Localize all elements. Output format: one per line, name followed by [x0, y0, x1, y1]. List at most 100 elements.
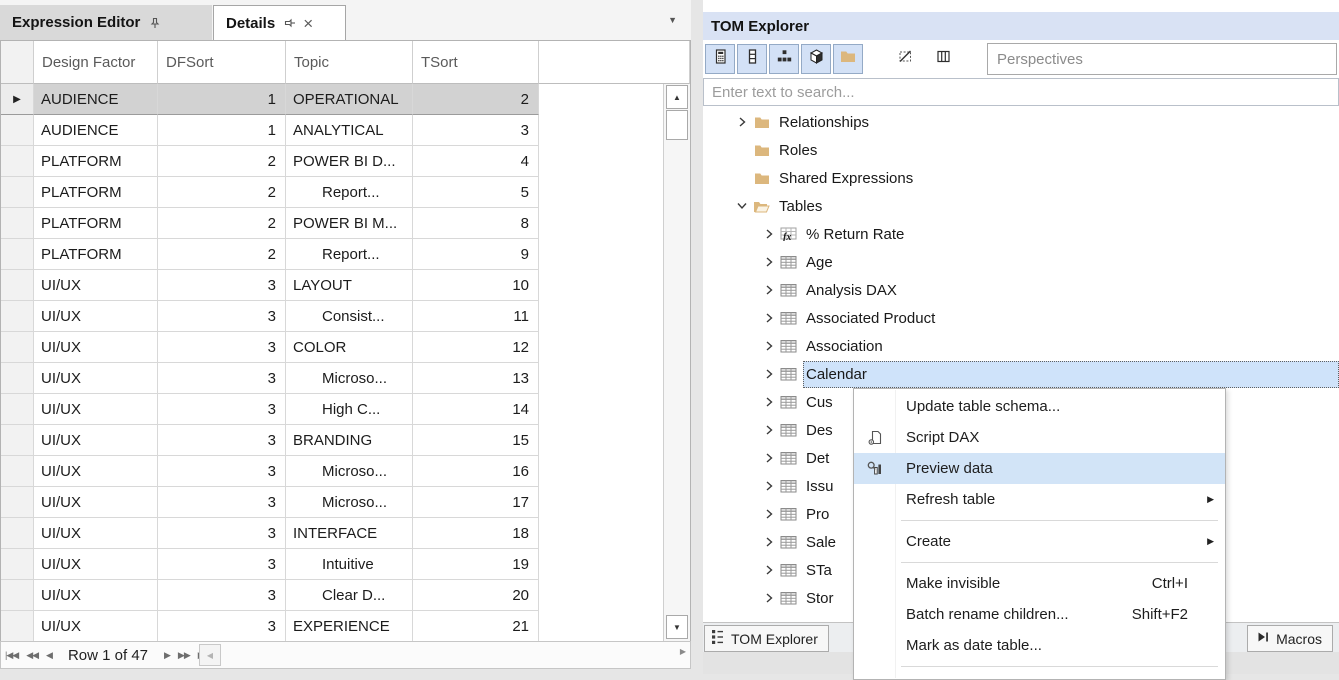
cell-dfsort[interactable]: 3	[158, 363, 286, 394]
columns-stack-button[interactable]	[737, 44, 767, 74]
cell-dfsort[interactable]: 2	[158, 239, 286, 270]
table-row[interactable]: PLATFORM2POWER BI M...8	[1, 208, 690, 239]
calculator-button[interactable]	[705, 44, 735, 74]
tree-item-tables[interactable]: Tables	[703, 192, 1339, 220]
cell-design-factor[interactable]: UI/UX	[34, 425, 158, 456]
cell-dfsort[interactable]: 3	[158, 394, 286, 425]
cell-topic[interactable]: INTERFACE	[286, 518, 413, 549]
scroll-up-icon[interactable]: ▲	[666, 85, 688, 109]
cell-design-factor[interactable]: UI/UX	[34, 580, 158, 611]
cell-topic[interactable]: Report...	[286, 239, 413, 270]
prev-page-icon[interactable]: ◀◀	[26, 650, 38, 661]
row-indicator[interactable]	[1, 332, 34, 363]
tab-expression-editor[interactable]: Expression Editor	[0, 5, 212, 40]
table-row[interactable]: PLATFORM2Report...5	[1, 177, 690, 208]
chevron-right-icon[interactable]	[760, 254, 777, 270]
table-row[interactable]: UI/UX3High C...14	[1, 394, 690, 425]
cell-topic[interactable]: Clear D...	[286, 580, 413, 611]
cell-design-factor[interactable]: PLATFORM	[34, 146, 158, 177]
cell-tsort[interactable]: 11	[413, 301, 539, 332]
cell-design-factor[interactable]: UI/UX	[34, 363, 158, 394]
cell-tsort[interactable]: 2	[413, 84, 539, 115]
row-indicator[interactable]	[1, 394, 34, 425]
cell-dfsort[interactable]: 3	[158, 611, 286, 642]
cell-dfsort[interactable]: 3	[158, 518, 286, 549]
table-row[interactable]: UI/UX3Microso...17	[1, 487, 690, 518]
row-indicator[interactable]	[1, 270, 34, 301]
first-record-icon[interactable]: |◀◀	[5, 650, 18, 661]
chevron-right-icon[interactable]	[760, 534, 777, 550]
menu-item-make-invisible[interactable]: Make invisibleCtrl+I	[854, 568, 1225, 599]
chevron-down-icon[interactable]: ▼	[668, 15, 677, 25]
cell-tsort[interactable]: 20	[413, 580, 539, 611]
table-row[interactable]: UI/UX3Consist...11	[1, 301, 690, 332]
cell-topic[interactable]: Intuitive	[286, 549, 413, 580]
cell-topic[interactable]: ANALYTICAL	[286, 115, 413, 146]
table-row[interactable]: UI/UX3BRANDING15	[1, 425, 690, 456]
table-row[interactable]: AUDIENCE1ANALYTICAL3	[1, 115, 690, 146]
cell-dfsort[interactable]: 3	[158, 487, 286, 518]
chevron-right-icon[interactable]	[760, 562, 777, 578]
chevron-right-icon[interactable]	[760, 450, 777, 466]
table-row[interactable]: ▶AUDIENCE1OPERATIONAL2	[1, 84, 690, 115]
hscroll-left-icon[interactable]: ◀	[199, 644, 221, 666]
cell-topic[interactable]: OPERATIONAL	[286, 84, 413, 115]
hidden-items-button[interactable]	[890, 44, 920, 74]
cell-tsort[interactable]: 14	[413, 394, 539, 425]
table-row[interactable]: PLATFORM2POWER BI D...4	[1, 146, 690, 177]
cell-topic[interactable]: Microso...	[286, 456, 413, 487]
row-indicator[interactable]	[1, 239, 34, 270]
column-header-dfsort[interactable]: DFSort	[158, 41, 286, 84]
chevron-right-icon[interactable]	[760, 282, 777, 298]
cell-topic[interactable]: POWER BI D...	[286, 146, 413, 177]
cell-dfsort[interactable]: 2	[158, 146, 286, 177]
cell-dfsort[interactable]: 3	[158, 549, 286, 580]
cell-tsort[interactable]: 8	[413, 208, 539, 239]
table-row[interactable]: UI/UX3INTERFACE18	[1, 518, 690, 549]
chevron-right-icon[interactable]	[760, 394, 777, 410]
row-indicator[interactable]	[1, 518, 34, 549]
cell-tsort[interactable]: 12	[413, 332, 539, 363]
chevron-right-icon[interactable]	[760, 478, 777, 494]
next-page-icon[interactable]: ▶▶	[178, 650, 190, 661]
cell-dfsort[interactable]: 3	[158, 270, 286, 301]
table-row[interactable]: UI/UX3Microso...16	[1, 456, 690, 487]
perspectives-combo[interactable]: Perspectives	[987, 43, 1337, 75]
cell-tsort[interactable]: 9	[413, 239, 539, 270]
menu-item-preview-data[interactable]: Preview data	[854, 453, 1225, 484]
row-indicator[interactable]	[1, 487, 34, 518]
cell-tsort[interactable]: 21	[413, 611, 539, 642]
menu-item-refresh-table[interactable]: Refresh table▶	[854, 484, 1225, 515]
cell-dfsort[interactable]: 3	[158, 580, 286, 611]
cell-design-factor[interactable]: UI/UX	[34, 518, 158, 549]
tab-details[interactable]: Details ×	[213, 5, 346, 40]
cell-design-factor[interactable]: UI/UX	[34, 456, 158, 487]
cell-tsort[interactable]: 15	[413, 425, 539, 456]
cell-design-factor[interactable]: UI/UX	[34, 301, 158, 332]
close-icon[interactable]: ×	[303, 15, 313, 32]
cell-topic[interactable]: High C...	[286, 394, 413, 425]
macros-button[interactable]: Macros	[1247, 625, 1333, 652]
row-indicator[interactable]	[1, 301, 34, 332]
folder-button[interactable]	[833, 44, 863, 74]
cell-topic[interactable]: EXPERIENCE	[286, 611, 413, 642]
chevron-right-icon[interactable]	[760, 422, 777, 438]
tree-item-age[interactable]: Age	[703, 248, 1339, 276]
chevron-right-icon[interactable]	[760, 366, 777, 382]
cell-topic[interactable]: Microso...	[286, 487, 413, 518]
table-row[interactable]: UI/UX3COLOR12	[1, 332, 690, 363]
row-indicator[interactable]	[1, 611, 34, 642]
scroll-down-icon[interactable]: ▼	[666, 615, 688, 639]
cell-design-factor[interactable]: UI/UX	[34, 487, 158, 518]
chevron-right-icon[interactable]	[760, 590, 777, 606]
tree-item-associated-product[interactable]: Associated Product	[703, 304, 1339, 332]
row-indicator[interactable]	[1, 177, 34, 208]
cell-dfsort[interactable]: 3	[158, 301, 286, 332]
menu-item-batch-rename-children[interactable]: Batch rename children...Shift+F2	[854, 599, 1225, 630]
tab-tom-explorer[interactable]: TOM Explorer	[704, 625, 829, 652]
row-indicator[interactable]	[1, 549, 34, 580]
tree-item-return-rate[interactable]: fx% Return Rate	[703, 220, 1339, 248]
table-row[interactable]: UI/UX3LAYOUT10	[1, 270, 690, 301]
row-indicator[interactable]	[1, 208, 34, 239]
row-indicator[interactable]	[1, 425, 34, 456]
